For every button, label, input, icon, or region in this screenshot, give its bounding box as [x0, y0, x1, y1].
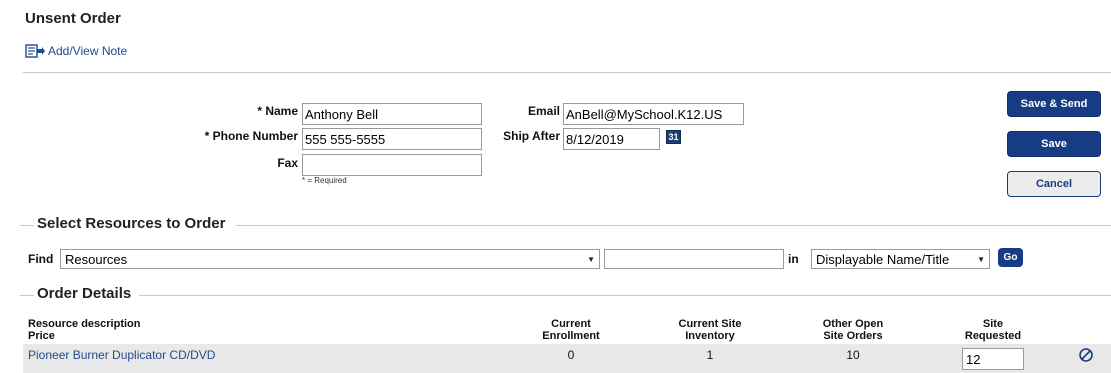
select-resources-section: Select Resources to Order: [0, 215, 1111, 235]
site-inventory-value: 1: [706, 348, 714, 362]
email-field[interactable]: [563, 103, 744, 125]
go-button[interactable]: Go: [998, 248, 1023, 267]
find-label: Find: [28, 252, 54, 266]
search-input[interactable]: [604, 249, 784, 269]
section-rule-right: [236, 225, 1111, 226]
inventory-header-line2: Inventory: [685, 330, 735, 342]
inventory-header-line1: Current Site: [678, 318, 742, 330]
column-header-enrollment: Current Enrollment: [521, 318, 621, 342]
find-type-select[interactable]: Resources ▼: [60, 249, 600, 269]
select-resources-heading: Select Resources to Order: [37, 215, 228, 232]
column-header-resource: Resource description Price: [28, 318, 140, 342]
chevron-down-icon: ▼: [977, 254, 985, 264]
add-view-note-label: Add/View Note: [48, 44, 128, 58]
search-field-select[interactable]: Displayable Name/Title ▼: [811, 249, 990, 269]
save-button[interactable]: Save: [1007, 131, 1101, 157]
page-title: Unsent Order: [25, 10, 121, 27]
find-type-value: Resources: [65, 251, 128, 267]
other-open-orders-value: 10: [846, 348, 860, 362]
chevron-down-icon: ▼: [587, 254, 595, 264]
site-requested-input[interactable]: [962, 348, 1024, 370]
enrollment-header-line1: Current: [551, 318, 591, 330]
section-rule-left: [20, 295, 34, 296]
site-requested-header-line2: Requested: [964, 330, 1022, 342]
header-divider: [23, 72, 1111, 73]
save-and-send-button[interactable]: Save & Send: [1007, 91, 1101, 117]
phone-field[interactable]: [302, 128, 482, 150]
column-header-site-requested: Site Requested: [943, 318, 1043, 342]
order-details-section: Order Details: [0, 285, 1111, 305]
email-label: Email: [527, 104, 560, 118]
ship-after-label: Ship After: [503, 129, 560, 143]
name-label: * Name: [257, 104, 298, 118]
fax-field[interactable]: [302, 154, 482, 176]
name-field[interactable]: [302, 103, 482, 125]
ship-after-field[interactable]: [563, 128, 660, 150]
add-view-note-link[interactable]: Add/View Note: [25, 44, 127, 58]
cancel-button[interactable]: Cancel: [1007, 171, 1101, 197]
section-rule-right: [139, 295, 1111, 296]
enrollment-header-line2: Enrollment: [542, 330, 600, 342]
fax-label: Fax: [277, 156, 298, 170]
column-header-inventory: Current Site Inventory: [660, 318, 760, 342]
phone-label: * Phone Number: [204, 129, 298, 143]
resource-description-header: Resource description: [28, 318, 141, 330]
search-field-value: Displayable Name/Title: [816, 251, 950, 267]
other-orders-header-line1: Other Open: [822, 318, 884, 330]
resource-description-link[interactable]: Pioneer Burner Duplicator CD/DVD: [28, 348, 215, 362]
other-orders-header-line2: Site Orders: [823, 330, 883, 342]
price-header: Price: [28, 330, 55, 342]
remove-item-icon[interactable]: [1078, 347, 1094, 363]
calendar-icon[interactable]: 31: [666, 130, 681, 144]
order-details-heading: Order Details: [37, 285, 134, 302]
section-rule-left: [20, 225, 34, 226]
site-requested-header-line1: Site: [982, 318, 1004, 330]
note-edit-icon: [25, 44, 45, 58]
required-note: * = Required: [302, 176, 347, 185]
in-label: in: [788, 252, 799, 266]
column-header-other-orders: Other Open Site Orders: [803, 318, 903, 342]
current-enrollment-value: 0: [567, 348, 575, 362]
